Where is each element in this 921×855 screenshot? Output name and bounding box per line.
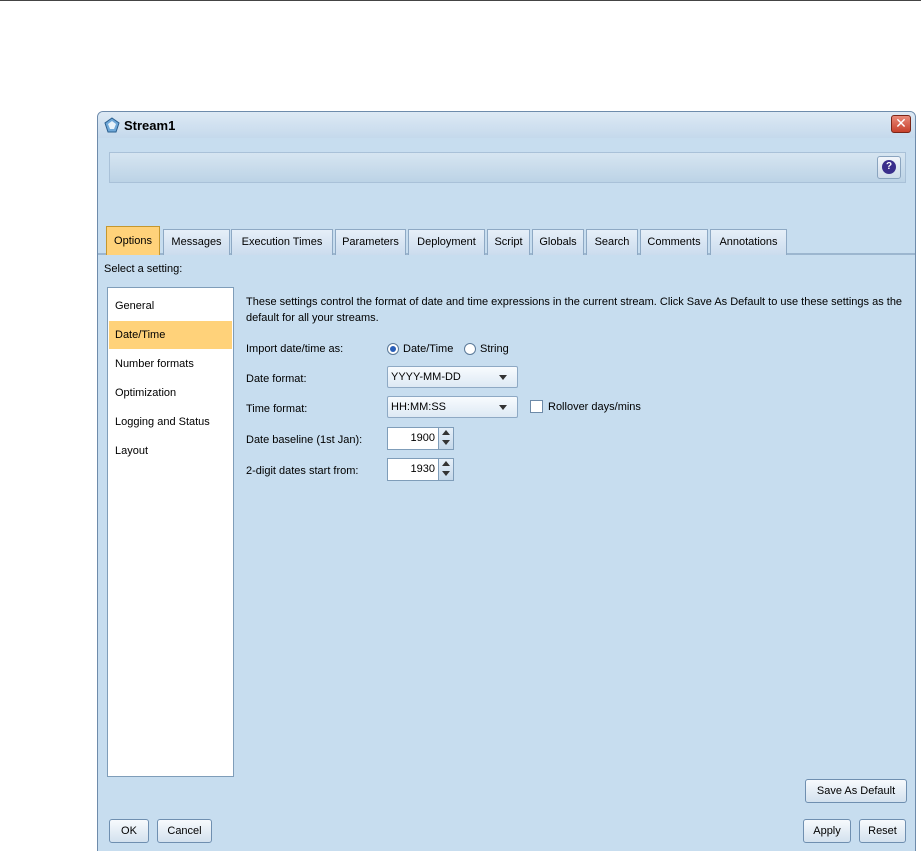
time-format-label: Time format: [246, 403, 308, 415]
help-icon: ? [882, 160, 896, 174]
tab-script[interactable]: Script [487, 229, 530, 255]
date-format-value: YYYY-MM-DD [391, 371, 461, 383]
rollover-label: Rollover days/mins [548, 401, 641, 413]
date-time-settings: These settings control the format of dat… [234, 287, 910, 777]
tab-parameters[interactable]: Parameters [335, 229, 406, 255]
baseline-label: Date baseline (1st Jan): [246, 434, 363, 446]
settings-item-layout[interactable]: Layout [109, 437, 232, 465]
baseline-spinner[interactable]: 1900 [387, 427, 454, 450]
radio-string-label: String [480, 343, 509, 355]
close-icon[interactable]: ✕ [891, 115, 911, 133]
chevron-up-icon [442, 461, 450, 466]
chevron-up-icon [442, 430, 450, 435]
spin-buttons[interactable] [438, 459, 453, 480]
chevron-down-icon [442, 440, 450, 445]
chevron-down-icon [442, 471, 450, 476]
date-format-dropdown[interactable]: YYYY-MM-DD [387, 366, 518, 388]
import-label: Import date/time as: [246, 343, 344, 355]
tab-execution-times[interactable]: Execution Times [231, 229, 333, 255]
save-as-default-button[interactable]: Save As Default [805, 779, 907, 803]
settings-item-date-time[interactable]: Date/Time [109, 321, 232, 349]
reset-button[interactable]: Reset [859, 819, 906, 843]
settings-list: General Date/Time Number formats Optimiz… [107, 287, 234, 777]
stream-dialog: Stream1 ✕ ? Options Messages Execution T… [97, 111, 916, 851]
help-button[interactable]: ? [877, 156, 901, 179]
stream-icon [104, 117, 120, 133]
two-digit-value: 1930 [410, 463, 435, 475]
two-digit-label: 2-digit dates start from: [246, 465, 359, 477]
settings-item-number-formats[interactable]: Number formats [109, 350, 232, 378]
top-divider [0, 0, 921, 1]
settings-item-optimization[interactable]: Optimization [109, 379, 232, 407]
info-band: ? [109, 152, 906, 183]
tab-annotations[interactable]: Annotations [710, 229, 787, 255]
tab-comments[interactable]: Comments [640, 229, 708, 255]
tab-deployment[interactable]: Deployment [408, 229, 485, 255]
chevron-down-icon [499, 375, 507, 380]
date-format-label: Date format: [246, 373, 307, 385]
rollover-checkbox[interactable] [530, 400, 543, 413]
chevron-down-icon [499, 405, 507, 410]
title-bar: Stream1 ✕ [98, 112, 915, 138]
options-panel: Select a setting: General Date/Time Numb… [98, 255, 915, 851]
baseline-value: 1900 [410, 432, 435, 444]
tab-options[interactable]: Options [106, 226, 160, 255]
settings-item-logging-and-status[interactable]: Logging and Status [109, 408, 232, 436]
settings-description: These settings control the format of dat… [246, 296, 903, 324]
apply-button[interactable]: Apply [803, 819, 851, 843]
time-format-dropdown[interactable]: HH:MM:SS [387, 396, 518, 418]
radio-string[interactable] [464, 343, 476, 355]
cancel-button[interactable]: Cancel [157, 819, 212, 843]
tab-globals[interactable]: Globals [532, 229, 584, 255]
tab-messages[interactable]: Messages [163, 229, 230, 255]
radio-date-time-label: Date/Time [403, 343, 454, 355]
time-format-value: HH:MM:SS [391, 401, 446, 413]
window-title: Stream1 [124, 118, 176, 133]
two-digit-spinner[interactable]: 1930 [387, 458, 454, 481]
radio-date-time[interactable] [387, 343, 399, 355]
select-setting-label: Select a setting: [104, 263, 183, 275]
ok-button[interactable]: OK [109, 819, 149, 843]
tab-search[interactable]: Search [586, 229, 638, 255]
spin-buttons[interactable] [438, 428, 453, 449]
settings-item-general[interactable]: General [109, 292, 232, 320]
